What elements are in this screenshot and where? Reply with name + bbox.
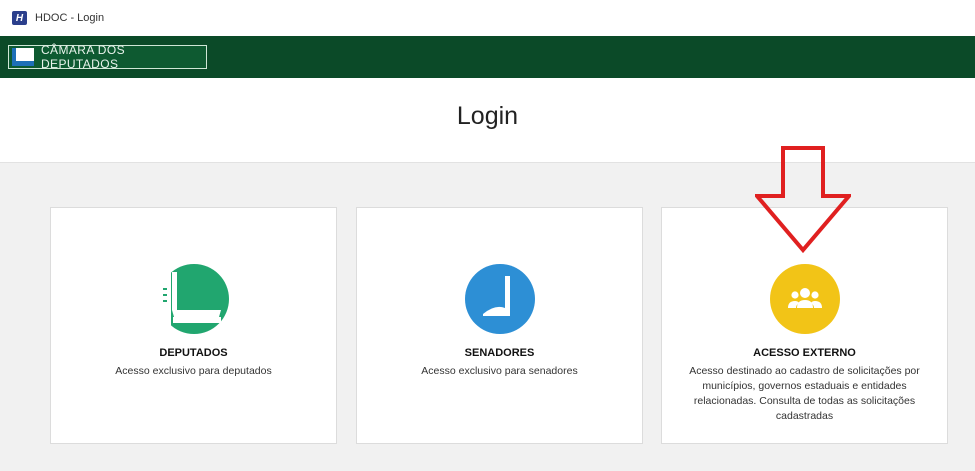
header-banner: CÂMARA DOS DEPUTADOS: [0, 36, 975, 78]
camara-logo-text: CÂMARA DOS DEPUTADOS: [40, 43, 125, 71]
users-group-icon: [769, 264, 840, 334]
senado-logo-icon: [464, 264, 535, 334]
senadores-card[interactable]: SENADORES Acesso exclusivo para senadore…: [356, 207, 643, 444]
page-title: Login: [456, 102, 519, 130]
camara-logo-icon: [12, 48, 34, 66]
acesso-externo-title: ACESSO EXTERNO: [753, 347, 856, 359]
down-arrow-icon: [755, 146, 851, 254]
camara-logo-link[interactable]: CÂMARA DOS DEPUTADOS: [8, 43, 207, 71]
camara-logo-icon: [158, 264, 229, 334]
deputados-title: DEPUTADOS: [159, 347, 228, 359]
window-title: HDOC - Login: [35, 12, 105, 24]
deputados-card[interactable]: DEPUTADOS Acesso exclusivo para deputado…: [50, 207, 337, 444]
senadores-description: Acesso exclusivo para senadores: [421, 365, 578, 377]
deputados-description: Acesso exclusivo para deputados: [115, 365, 272, 377]
window-titlebar: H HDOC - Login: [0, 0, 975, 36]
app-icon: H: [12, 11, 27, 25]
acesso-externo-description: Acesso destinado ao cadastro de solicita…: [689, 365, 920, 422]
senadores-title: SENADORES: [464, 347, 535, 359]
